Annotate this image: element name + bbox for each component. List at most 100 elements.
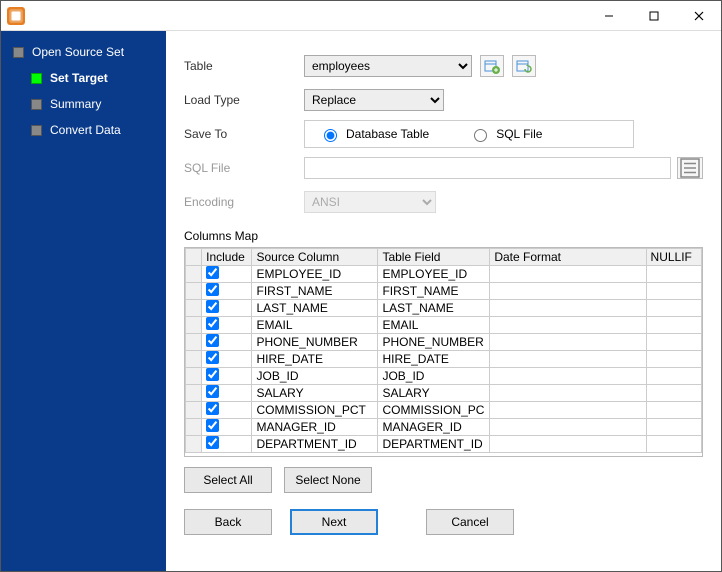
columns-grid[interactable]: Include Source Column Table Field Date F… [184,247,703,457]
source-column-cell[interactable]: EMAIL [252,317,378,334]
include-checkbox[interactable] [206,300,219,313]
nullif-cell[interactable] [646,385,701,402]
include-checkbox[interactable] [206,351,219,364]
nullif-cell[interactable] [646,351,701,368]
table-row[interactable]: EMPLOYEE_IDEMPLOYEE_ID [186,266,702,283]
source-column-cell[interactable]: COMMISSION_PCT [252,402,378,419]
maximize-button[interactable] [631,1,676,30]
row-header[interactable] [186,368,202,385]
table-field-cell[interactable]: HIRE_DATE [378,351,490,368]
source-column-cell[interactable]: MANAGER_ID [252,419,378,436]
nullif-cell[interactable] [646,419,701,436]
row-header[interactable] [186,385,202,402]
table-field-cell[interactable]: SALARY [378,385,490,402]
nullif-cell[interactable] [646,402,701,419]
save-to-db-radio[interactable]: Database Table [319,126,429,142]
nullif-cell[interactable] [646,317,701,334]
include-checkbox[interactable] [206,419,219,432]
next-button[interactable]: Next [290,509,378,535]
source-column-cell[interactable]: FIRST_NAME [252,283,378,300]
source-column-cell[interactable]: HIRE_DATE [252,351,378,368]
table-row[interactable]: FIRST_NAMEFIRST_NAME [186,283,702,300]
row-header[interactable] [186,402,202,419]
sidebar-item-set-target[interactable]: Set Target [31,65,166,91]
table-field-cell[interactable]: MANAGER_ID [378,419,490,436]
table-row[interactable]: EMAILEMAIL [186,317,702,334]
include-checkbox[interactable] [206,368,219,381]
table-field-cell[interactable]: LAST_NAME [378,300,490,317]
sidebar-item-open-source-set[interactable]: Open Source Set [13,39,166,65]
row-header[interactable] [186,334,202,351]
date-format-cell[interactable] [490,300,646,317]
sidebar-item-summary[interactable]: Summary [31,91,166,117]
table-field-cell[interactable]: EMPLOYEE_ID [378,266,490,283]
row-header[interactable] [186,266,202,283]
close-button[interactable] [676,1,721,30]
source-column-cell[interactable]: EMPLOYEE_ID [252,266,378,283]
include-checkbox[interactable] [206,436,219,449]
include-checkbox[interactable] [206,266,219,279]
date-format-cell[interactable] [490,436,646,453]
include-checkbox[interactable] [206,334,219,347]
include-checkbox[interactable] [206,385,219,398]
table-field-cell[interactable]: FIRST_NAME [378,283,490,300]
table-row[interactable]: JOB_IDJOB_ID [186,368,702,385]
nullif-cell[interactable] [646,334,701,351]
source-column-cell[interactable]: PHONE_NUMBER [252,334,378,351]
date-format-cell[interactable] [490,368,646,385]
table-field-cell[interactable]: EMAIL [378,317,490,334]
include-checkbox[interactable] [206,317,219,330]
sidebar-item-convert-data[interactable]: Convert Data [31,117,166,143]
date-format-cell[interactable] [490,334,646,351]
nullif-cell[interactable] [646,283,701,300]
row-header[interactable] [186,419,202,436]
table-row[interactable]: DEPARTMENT_IDDEPARTMENT_ID [186,436,702,453]
nullif-cell[interactable] [646,300,701,317]
table-field-cell[interactable]: COMMISSION_PC [378,402,490,419]
select-all-button[interactable]: Select All [184,467,272,493]
col-source-header[interactable]: Source Column [252,249,378,266]
col-include-header[interactable]: Include [202,249,252,266]
cancel-button[interactable]: Cancel [426,509,514,535]
refresh-table-icon[interactable] [512,55,536,77]
load-type-select[interactable]: Replace [304,89,444,111]
row-header[interactable] [186,317,202,334]
table-row[interactable]: SALARYSALARY [186,385,702,402]
col-date-header[interactable]: Date Format [490,249,646,266]
source-column-cell[interactable]: JOB_ID [252,368,378,385]
date-format-cell[interactable] [490,385,646,402]
new-table-icon[interactable] [480,55,504,77]
nullif-cell[interactable] [646,436,701,453]
source-column-cell[interactable]: DEPARTMENT_ID [252,436,378,453]
row-header[interactable] [186,351,202,368]
nullif-cell[interactable] [646,266,701,283]
table-row[interactable]: MANAGER_IDMANAGER_ID [186,419,702,436]
row-header[interactable] [186,300,202,317]
row-header[interactable] [186,436,202,453]
table-field-cell[interactable]: DEPARTMENT_ID [378,436,490,453]
table-row[interactable]: PHONE_NUMBERPHONE_NUMBER [186,334,702,351]
date-format-cell[interactable] [490,266,646,283]
back-button[interactable]: Back [184,509,272,535]
nullif-cell[interactable] [646,368,701,385]
source-column-cell[interactable]: LAST_NAME [252,300,378,317]
include-checkbox[interactable] [206,402,219,415]
table-row[interactable]: LAST_NAMELAST_NAME [186,300,702,317]
row-header[interactable] [186,283,202,300]
col-nullif-header[interactable]: NULLIF [646,249,701,266]
table-row[interactable]: HIRE_DATEHIRE_DATE [186,351,702,368]
date-format-cell[interactable] [490,283,646,300]
table-select[interactable]: employees [304,55,472,77]
date-format-cell[interactable] [490,317,646,334]
date-format-cell[interactable] [490,419,646,436]
table-field-cell[interactable]: JOB_ID [378,368,490,385]
minimize-button[interactable] [586,1,631,30]
save-to-sql-radio[interactable]: SQL File [469,126,542,142]
table-field-cell[interactable]: PHONE_NUMBER [378,334,490,351]
table-row[interactable]: COMMISSION_PCTCOMMISSION_PC [186,402,702,419]
col-field-header[interactable]: Table Field [378,249,490,266]
select-none-button[interactable]: Select None [284,467,372,493]
date-format-cell[interactable] [490,351,646,368]
browse-file-icon[interactable] [677,157,703,179]
include-checkbox[interactable] [206,283,219,296]
